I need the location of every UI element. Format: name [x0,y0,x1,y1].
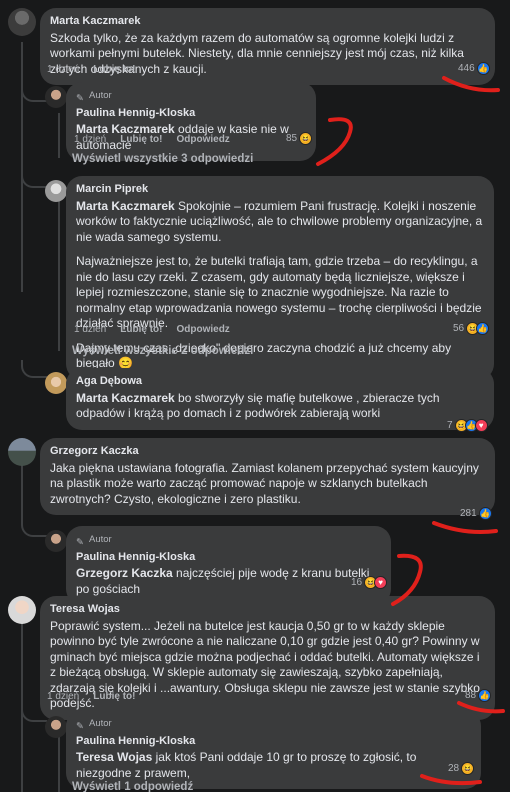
comment-bubble: Aga Dębowa Marta Kaczmarek bo stworzyły … [66,368,494,430]
view-replies-link[interactable]: Wyświetl wszystkie 2 odpowiedzi [72,345,253,357]
avatar[interactable] [45,180,67,202]
reaction-number: 16 [351,577,363,588]
pencil-icon: ✎ [76,720,84,732]
comment-text: Najważniejsze jest to, że butelki trafia… [76,254,482,330]
author-badge: ✎ Autor [76,716,471,732]
comment-text: Jaka piękna ustawiana fotografia. Zamias… [50,460,479,506]
view-replies-link[interactable]: Wyświetl wszystkie 3 odpowiedzi [72,153,253,165]
pencil-icon: ✎ [76,536,84,548]
mention[interactable]: Teresa Wojas [76,750,152,764]
annotation-bracket [391,553,423,606]
like-button[interactable]: Lubię to! [93,64,135,75]
annotation-underline [432,521,498,534]
thread-line [58,113,60,158]
avatar[interactable] [45,530,67,552]
annotation-underline [420,774,482,786]
author-badge-label: Autor [89,90,112,101]
avatar[interactable] [8,8,36,36]
thread-line [58,735,60,792]
comment-author[interactable]: Aga Dębowa [76,374,484,390]
thread-connector [21,360,47,378]
thread-connector [21,82,47,102]
mention[interactable]: Grzegorz Kaczka [76,566,173,580]
pencil-icon: ✎ [76,92,84,104]
reply-button[interactable]: Odpowiedz [176,324,229,335]
comment-actions: 1 dzień Lubię to! [47,691,135,702]
comment-time[interactable]: 1 dzień [74,134,106,145]
comment-author[interactable]: Paulina Hennig-Kloska [76,106,306,122]
reaction-number: 56 [453,323,465,334]
comment-time[interactable]: 1 dzień [47,691,79,702]
reply-button[interactable]: Odpowiedz [176,134,229,145]
annotation-underline [442,76,500,93]
comment-actions: 1 dzień Lubię to! [47,64,135,75]
comment-bubble: ✎ Autor Paulina Hennig-Kloska Marta Kaczm… [66,82,316,161]
thread-line [58,201,60,351]
author-badge-label: Autor [89,534,112,545]
comment-author[interactable]: Paulina Hennig-Kloska [76,550,381,566]
avatar[interactable] [45,716,67,738]
comment-time[interactable]: 1 dzień [74,324,106,335]
comment-author[interactable]: Marta Kaczmarek [50,14,485,30]
comment-bubble: Grzegorz Kaczka Jaka piękna ustawiana fo… [40,438,495,515]
annotation-underline [457,701,505,714]
reaction-count[interactable]: 7 😆 👍 ♥ [447,419,488,432]
author-badge: ✎ Autor [76,88,306,104]
comment-author[interactable]: Paulina Hennig-Kloska [76,734,471,750]
author-badge-label: Autor [89,718,112,729]
like-button[interactable]: Lubię to! [120,134,162,145]
comment-author[interactable]: Marcin Piprek [76,182,484,198]
reaction-count[interactable]: 56 😆 👍 [453,322,490,335]
thread-connector [21,505,47,537]
thread-line [21,42,23,292]
mention[interactable]: Marta Kaczmarek [76,199,175,213]
mention[interactable]: Marta Kaczmarek [76,391,175,405]
comment-bubble: ✎ Autor Paulina Hennig-Kloska Grzegorz Ka… [66,526,391,605]
author-badge: ✎ Autor [76,532,381,548]
annotation-bracket [316,117,353,166]
comment-time[interactable]: 1 dzień [47,64,79,75]
like-button[interactable]: Lubię to! [120,324,162,335]
thread-connector [21,170,47,188]
love-reaction-icon: ♥ [474,419,488,432]
reaction-number: 7 [447,420,453,431]
comment-actions: 1 dzień Lubię to! Odpowiedz [74,134,230,145]
avatar[interactable] [45,86,67,108]
avatar[interactable] [8,438,36,466]
like-button[interactable]: Lubię to! [93,691,135,702]
avatar[interactable] [45,372,67,394]
avatar[interactable] [8,596,36,624]
comment-actions: 1 dzień Lubię to! Odpowiedz [74,324,230,335]
like-reaction-icon: 👍 [476,322,490,335]
view-replies-link[interactable]: Wyświetl 1 odpowiedź [72,781,193,792]
reaction-number: 85 [286,133,298,144]
comment-author[interactable]: Grzegorz Kaczka [50,444,485,460]
reaction-count[interactable]: 16 😆 ♥ [351,576,388,589]
